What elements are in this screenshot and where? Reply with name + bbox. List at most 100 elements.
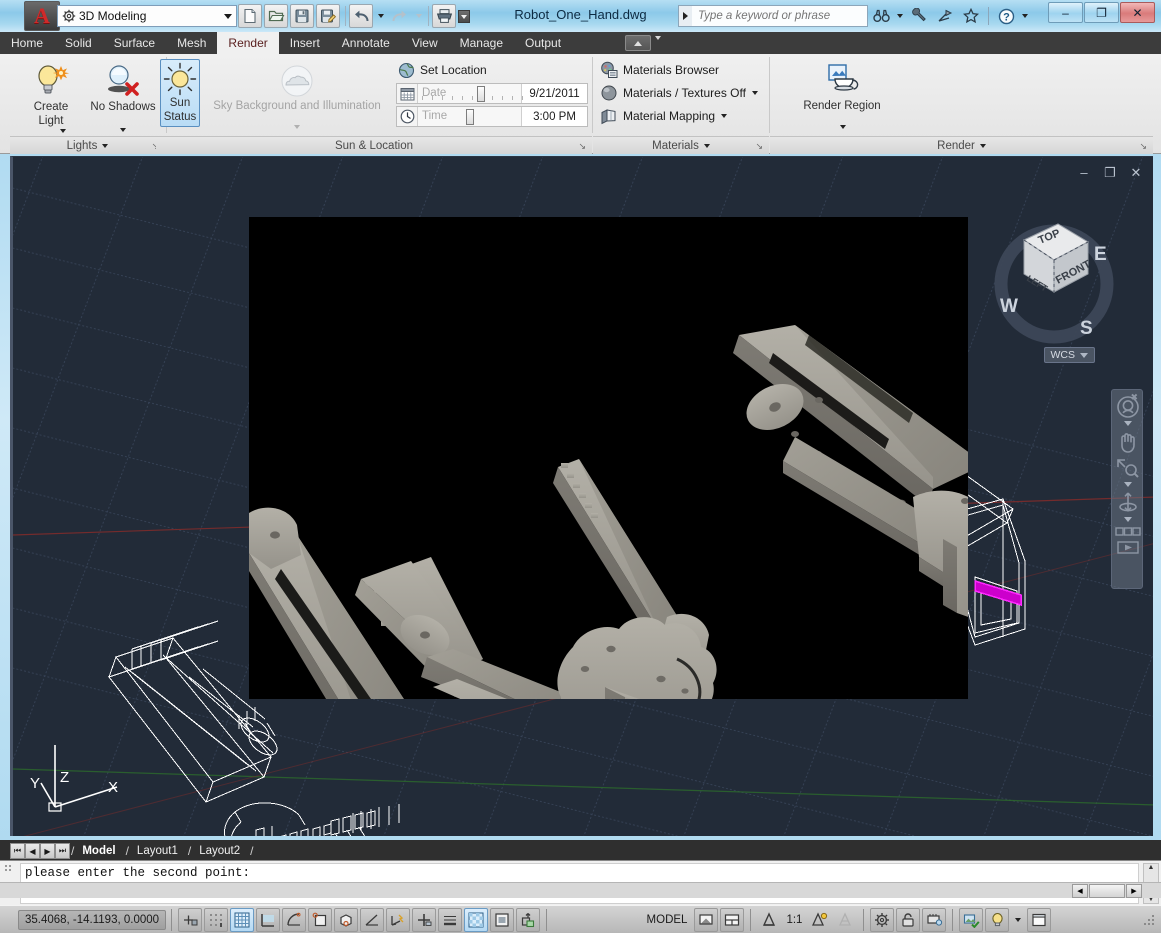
show-motion-icon[interactable] (1115, 539, 1141, 555)
tab-solid[interactable]: Solid (54, 32, 103, 54)
date-slider-thumb[interactable] (477, 86, 485, 102)
tab-output[interactable]: Output (514, 32, 572, 54)
dynamic-ucs-toggle[interactable] (386, 907, 410, 932)
sky-background-dropdown-icon[interactable] (294, 125, 300, 129)
material-mapping-dropdown-icon[interactable] (721, 114, 728, 118)
viewcube[interactable]: W E S TOP LEFT FRONT (988, 212, 1128, 357)
tab-surface[interactable]: Surface (103, 32, 166, 54)
redo-dropdown-button[interactable] (413, 4, 425, 28)
panel-lights-dropdown-icon[interactable] (102, 143, 109, 148)
subscription-wrench-icon[interactable] (906, 5, 932, 27)
ribbon-minimize-button[interactable] (625, 35, 651, 51)
sun-time-value[interactable]: 3:00 PM (521, 107, 587, 126)
materials-browser-button[interactable]: Materials Browser (599, 59, 719, 81)
window-minimize-button[interactable]: – (1048, 2, 1083, 23)
redo-button[interactable] (387, 4, 411, 28)
layout-last-button[interactable]: ⏭ (55, 843, 70, 859)
clean-screen-button[interactable] (694, 907, 719, 932)
communication-center-icon[interactable] (932, 5, 958, 27)
status-bar-lightbulb-button[interactable] (985, 907, 1010, 932)
object-snap-toggle[interactable] (308, 907, 332, 932)
materials-textures-toggle-button[interactable]: Materials / Textures Off (599, 82, 758, 104)
panel-sun-location-dialog-launcher[interactable]: ↘ (578, 141, 586, 152)
panel-title-render[interactable]: Render ↘ (770, 136, 1153, 154)
wcs-chevron-down-icon[interactable] (1080, 352, 1088, 358)
favorites-star-icon[interactable] (958, 5, 984, 27)
annotation-visibility-button[interactable] (757, 908, 781, 932)
undo-dropdown-button[interactable] (375, 4, 387, 28)
tab-insert[interactable]: Insert (279, 32, 331, 54)
create-light-button[interactable]: Create Light (20, 60, 82, 133)
grid-display-toggle[interactable] (230, 907, 254, 932)
tab-render[interactable]: Render (217, 32, 279, 54)
annotation-scale-value[interactable]: 1:1 (782, 914, 806, 926)
panel-render-dropdown-icon[interactable] (979, 143, 986, 148)
steering-wheel-dropdown-icon[interactable] (1124, 421, 1132, 426)
tab-view[interactable]: View (401, 32, 449, 54)
layout-prev-button[interactable]: ◀ (25, 843, 40, 859)
polar-tracking-toggle[interactable] (282, 907, 306, 932)
infocenter-expand-button[interactable] (678, 5, 692, 27)
scroll-up-icon[interactable]: ▲ (1148, 864, 1155, 871)
open-document-button[interactable] (264, 4, 288, 28)
sun-status-button[interactable]: Sun Status (160, 59, 200, 127)
chevron-down-icon[interactable] (220, 6, 236, 26)
render-region-button[interactable]: Render Region (798, 59, 886, 129)
date-slider-track[interactable]: Date (418, 84, 523, 103)
binoculars-dropdown-icon[interactable] (894, 5, 906, 27)
window-restore-button[interactable]: ❐ (1084, 2, 1119, 23)
auto-scale-button[interactable] (807, 908, 831, 932)
binoculars-search-icon[interactable] (868, 5, 894, 27)
viewport-config-button[interactable] (720, 907, 745, 932)
panel-render-dialog-launcher[interactable]: ↘ (1139, 141, 1147, 152)
layout-next-button[interactable]: ▶ (40, 843, 55, 859)
clean-screen-toggle-button[interactable] (1027, 907, 1052, 932)
panel-materials-dialog-launcher[interactable]: ↘ (755, 141, 763, 152)
tab-mesh[interactable]: Mesh (166, 32, 217, 54)
drawing-viewport[interactable]: – ❐ ✕ Z Y X W E S TOP LEFT FRONT WCS ✖ (10, 156, 1153, 836)
dynamic-input-toggle[interactable] (412, 907, 436, 932)
isolate-objects-button[interactable] (959, 907, 984, 932)
layout-tab-layout2[interactable]: Layout2 (192, 842, 249, 860)
qat-customize-button[interactable] (458, 4, 470, 28)
save-as-button[interactable] (316, 4, 340, 28)
status-bar-menu-dropdown-icon[interactable] (1011, 908, 1025, 932)
object-snap-tracking-toggle[interactable] (360, 907, 384, 932)
material-mapping-button[interactable]: Material Mapping (599, 105, 728, 127)
materials-textures-dropdown-icon[interactable] (751, 91, 758, 95)
layout-tab-layout1[interactable]: Layout1 (130, 842, 187, 860)
no-shadows-button[interactable]: No Shadows (86, 60, 160, 132)
selection-cycling-toggle[interactable] (516, 907, 540, 932)
panel-title-lights[interactable]: Lights ↘ (10, 136, 165, 154)
sun-time-slider[interactable]: Time 3:00 PM (396, 106, 588, 127)
help-dropdown-icon[interactable] (1019, 5, 1031, 27)
horizontal-scrollbar[interactable]: ◀ ▶ (0, 882, 1161, 898)
ribbon-minimize-dropdown-icon[interactable] (655, 36, 661, 54)
time-slider-thumb[interactable] (466, 109, 474, 125)
navigation-bar[interactable]: ✖ (1111, 389, 1143, 589)
tab-annotate[interactable]: Annotate (331, 32, 401, 54)
tab-manage[interactable]: Manage (449, 32, 514, 54)
toolbar-lock-button[interactable] (896, 907, 921, 932)
layout-tab-model[interactable]: Model (75, 842, 125, 860)
3d-object-snap-toggle[interactable] (334, 907, 358, 932)
render-region-dropdown-icon[interactable] (840, 125, 846, 129)
zoom-dropdown-icon[interactable] (1124, 482, 1132, 487)
panel-title-sun-location[interactable]: Sun & Location ↘ (156, 136, 592, 154)
hscroll-right-icon[interactable]: ▶ (1126, 884, 1142, 898)
sky-background-illumination-button[interactable]: Sky Background and Illumination (204, 59, 390, 129)
window-close-button[interactable]: ✕ (1120, 2, 1155, 23)
annotation-scale-sync-button[interactable] (833, 908, 857, 932)
hscroll-thumb[interactable] (1089, 884, 1125, 898)
panel-title-materials[interactable]: Materials ↘ (593, 136, 769, 154)
transparency-toggle[interactable] (464, 907, 488, 932)
time-slider-track[interactable]: Time (418, 107, 521, 126)
ortho-mode-toggle[interactable] (256, 907, 280, 932)
panel-materials-dropdown-icon[interactable] (703, 143, 710, 148)
orbit-dropdown-icon[interactable] (1124, 517, 1132, 522)
coordinate-display[interactable]: 35.4068, -14.1193, 0.0000 (18, 909, 166, 930)
workspace-switcher-combo[interactable]: 3D Modeling (57, 5, 237, 27)
application-menu-button[interactable]: A (24, 1, 60, 31)
search-input[interactable] (692, 5, 868, 27)
workspace-switching-button[interactable] (870, 907, 895, 932)
